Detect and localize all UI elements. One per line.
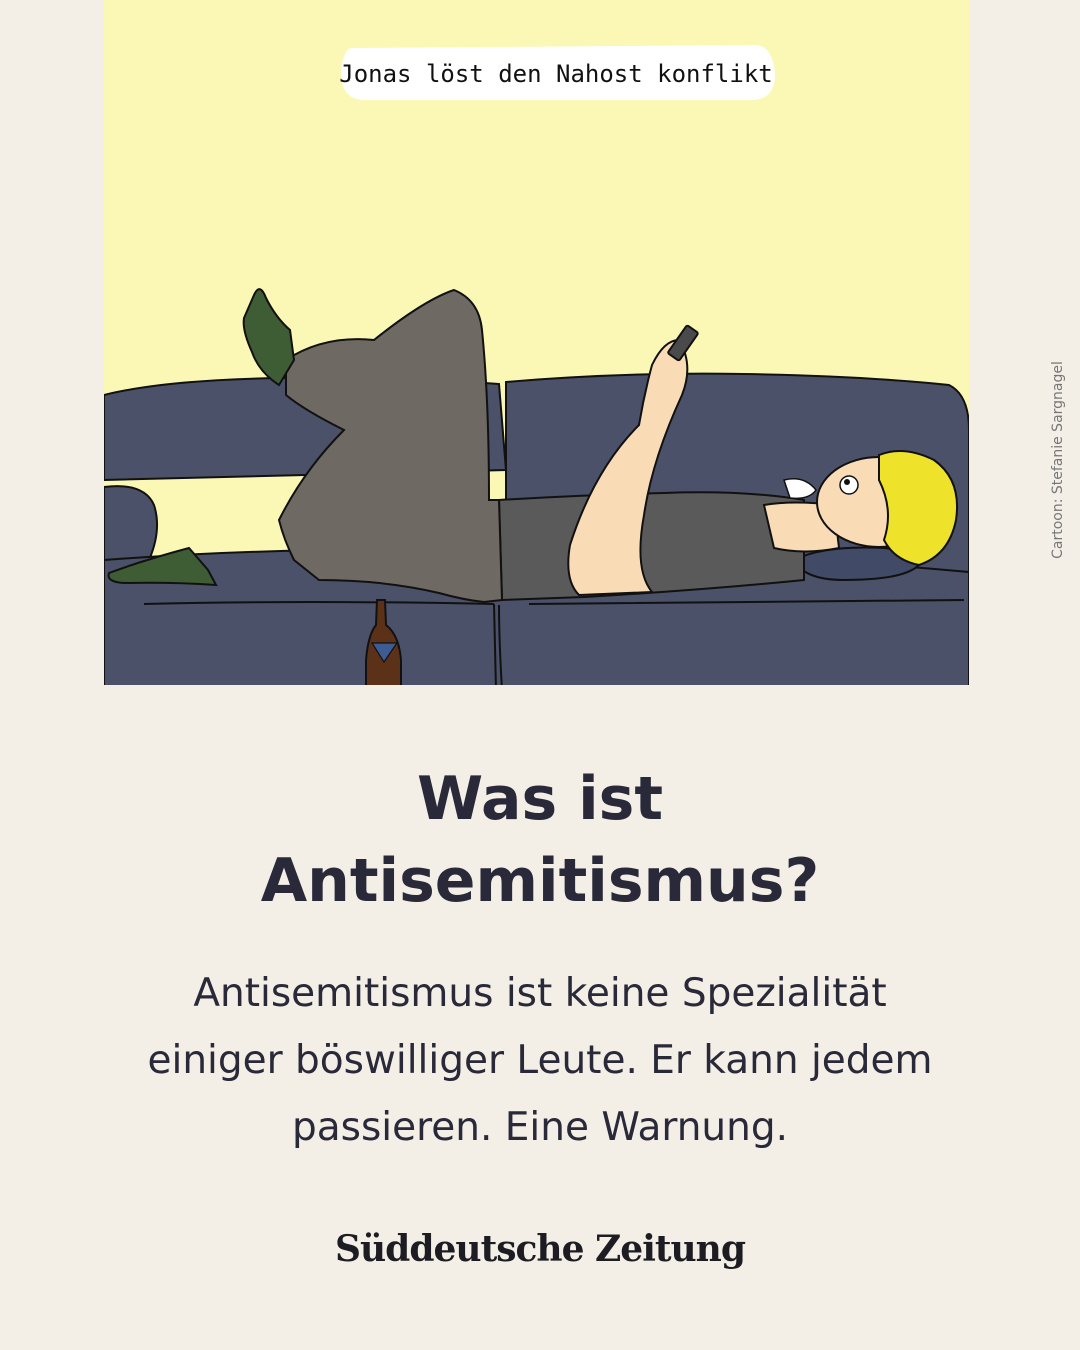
deck-line-1: Antisemitismus ist keine Spezialität [193,971,887,1016]
article-headline[interactable]: Was ist Antisemitismus? [0,758,1080,922]
deck-line-3: passieren. Eine Warnung. [291,1105,788,1150]
sz-logo: Süddeutsche Zeitung [334,1228,746,1270]
cartoon-credit: Cartoon: Stefanie Sargnagel [1050,361,1066,559]
cartoon-illustration: Jonas löst den Nahost konflikt [104,0,969,685]
article-deck: Antisemitismus ist keine Spezialität ein… [100,960,980,1161]
deck-line-2: einiger böswilliger Leute. Er kann jedem [147,1038,933,1083]
speech-bubble: Jonas löst den Nahost konflikt [339,45,776,100]
headline-line-1: Was ist [416,764,664,834]
headline-line-2: Antisemitismus? [260,846,820,916]
speech-bubble-text: Jonas löst den Nahost konflikt [339,60,772,88]
